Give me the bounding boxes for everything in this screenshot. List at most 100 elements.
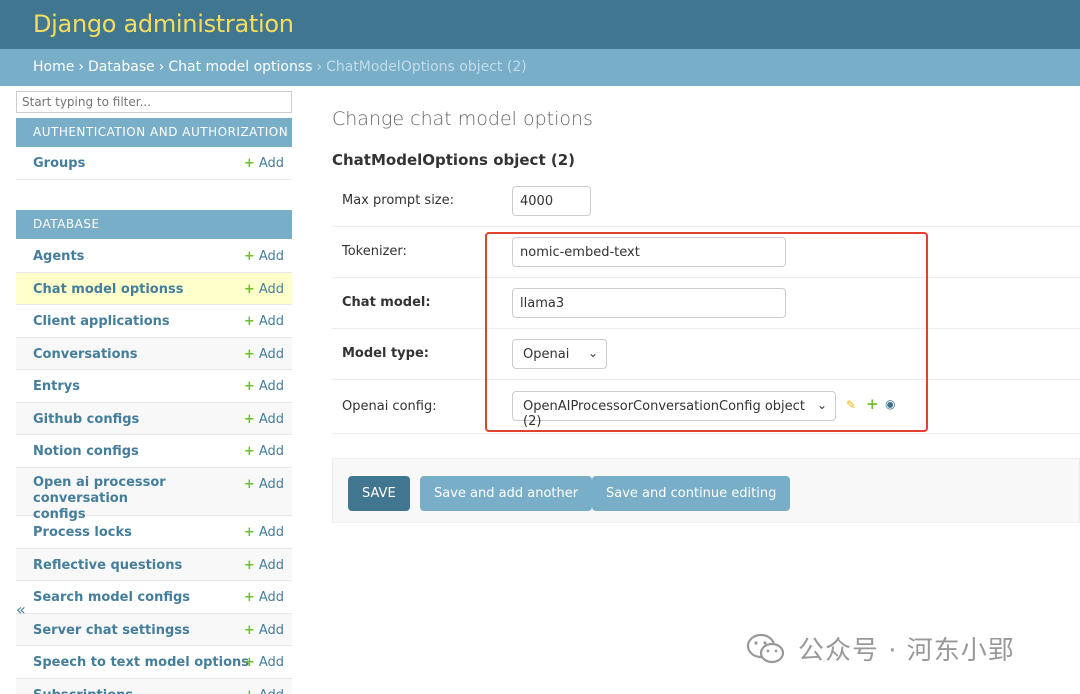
plus-icon: + xyxy=(243,347,255,362)
breadcrumb-model[interactable]: Chat model optionss xyxy=(168,59,312,75)
sidebar-item-groups: Groups + Add xyxy=(16,147,292,180)
sidebar-item-agents: Agents + Add xyxy=(16,240,292,273)
plus-icon: + xyxy=(243,444,255,459)
add-link[interactable]: +Add xyxy=(244,623,284,638)
site-title[interactable]: Django administration xyxy=(33,10,294,38)
sidebar-item-label[interactable]: Server chat settingss xyxy=(33,623,190,638)
add-link[interactable]: +Add xyxy=(244,590,284,605)
add-link[interactable]: +Add xyxy=(244,688,284,694)
plus-icon: + xyxy=(244,688,255,694)
add-link[interactable]: +Add xyxy=(244,525,284,540)
field-label: Tokenizer: xyxy=(342,244,407,259)
watermark-text: 公众号 · 河东小郢 xyxy=(798,636,1015,666)
sidebar-item-label[interactable]: Search model configs xyxy=(33,590,190,605)
breadcrumb-separator: › xyxy=(316,59,323,75)
chat-model-input[interactable] xyxy=(512,288,786,318)
sidebar-item-client-applications: Client applications + Add xyxy=(16,305,292,338)
eye-icon[interactable]: ◉ xyxy=(885,397,895,411)
save-and-add-another-button[interactable]: Save and add another xyxy=(420,476,593,511)
add-link[interactable]: +Add xyxy=(244,282,284,297)
plus-icon: + xyxy=(243,655,255,670)
submit-row: SAVE Save and add another Save and conti… xyxy=(332,458,1080,523)
plus-icon: + xyxy=(243,379,255,394)
breadcrumb-separator: › xyxy=(78,59,84,75)
breadcrumb-home[interactable]: Home xyxy=(33,59,74,75)
add-link[interactable]: +Add xyxy=(244,347,284,362)
sidebar-item-label[interactable]: Process locks xyxy=(33,525,132,540)
plus-icon[interactable]: + xyxy=(866,395,879,413)
model-type-select[interactable]: Openai ⌄ xyxy=(512,339,607,369)
add-link[interactable]: +Add xyxy=(244,477,284,492)
chevron-down-icon: ⌄ xyxy=(816,398,827,412)
max-prompt-size-input[interactable] xyxy=(512,186,591,216)
plus-icon: + xyxy=(243,525,255,540)
openai-config-select[interactable]: OpenAIProcessorConversationConfig object… xyxy=(512,391,836,429)
tokenizer-input[interactable] xyxy=(512,237,786,267)
plus-icon: + xyxy=(243,282,255,297)
chevron-down-icon: ⌄ xyxy=(587,346,598,360)
sidebar-item-server-chat-settingss: Server chat settingss + Add xyxy=(16,614,292,646)
sidebar-item-label[interactable]: Chat model optionss xyxy=(33,282,183,297)
plus-icon: + xyxy=(243,412,255,427)
plus-icon: + xyxy=(243,623,255,638)
main-content: Change chat model options ChatModelOptio… xyxy=(332,86,1080,694)
breadcrumb: Home › Database › Chat model optionss › ChatMo… xyxy=(0,49,1080,86)
sidebar-item-label[interactable]: Groups xyxy=(33,156,85,171)
sidebar-item-subscriptions: Subscriptions +Add xyxy=(16,679,292,694)
add-link[interactable]: +Add xyxy=(244,249,284,264)
nav-filter-input[interactable] xyxy=(16,91,292,113)
sidebar-item-label[interactable]: Subscriptions xyxy=(33,688,133,694)
add-link[interactable]: +Add xyxy=(244,444,284,459)
page-title: Change chat model options xyxy=(332,108,593,130)
object-title: ChatModelOptions object (2) xyxy=(332,151,575,169)
add-link[interactable]: +Add xyxy=(244,558,284,573)
breadcrumb-separator: › xyxy=(158,59,165,75)
form-row-tokenizer: Tokenizer: xyxy=(332,227,1080,278)
section-caption-database[interactable]: DATABASE xyxy=(16,210,292,239)
sidebar-item-label[interactable]: Conversations xyxy=(33,347,138,362)
select-value: OpenAIProcessorConversationConfig object… xyxy=(523,399,805,429)
sidebar-item-label[interactable]: Github configs xyxy=(33,412,139,427)
field-label: Openai config: xyxy=(342,399,437,414)
add-link[interactable]: +Add xyxy=(244,156,284,171)
add-link[interactable]: +Add xyxy=(244,379,284,394)
sidebar-item-label[interactable]: Notion configs xyxy=(33,444,139,459)
form-row-openai-config: Openai config: OpenAIProcessorConversati… xyxy=(332,380,1080,434)
plus-icon: + xyxy=(243,156,255,171)
pencil-icon[interactable]: ✎ xyxy=(846,398,856,412)
sidebar-item-search-model-configs: Search model configs + Add xyxy=(16,581,292,614)
sidebar-item-label[interactable]: Speech to text model options xyxy=(33,655,249,670)
field-label: Model type: xyxy=(342,346,429,361)
field-label: Chat model: xyxy=(342,295,431,310)
form-row-max-prompt-size: Max prompt size: xyxy=(332,176,1080,227)
form-row-model-type: Model type: Openai ⌄ xyxy=(332,329,1080,380)
plus-icon: + xyxy=(243,249,255,264)
sidebar-item-entrys: Entrys + Add xyxy=(16,370,292,403)
sidebar-item-github-configs: Github configs + Add xyxy=(16,403,292,435)
collapse-sidebar-icon[interactable]: « xyxy=(16,600,26,619)
form-row-chat-model: Chat model: xyxy=(332,278,1080,329)
sidebar-item-label[interactable]: Reflective questions xyxy=(33,558,182,573)
plus-icon: + xyxy=(243,477,255,492)
sidebar-item-label[interactable]: Client applications xyxy=(33,314,170,329)
plus-icon: + xyxy=(243,314,255,329)
add-link[interactable]: +Add xyxy=(244,314,284,329)
sidebar-item-chat-model-optionss: Chat model optionss + Add xyxy=(16,273,292,305)
sidebar-item-process-locks: Process locks + Add xyxy=(16,516,292,549)
save-and-continue-button[interactable]: Save and continue editing xyxy=(592,476,791,511)
sidebar-item-notion-configs: Notion configs + Add xyxy=(16,435,292,468)
sidebar-item-speech-to-text-model-options: Speech to text model options + Add xyxy=(16,646,292,679)
sidebar-item-conversations: Conversations + Add xyxy=(16,338,292,370)
section-caption-auth[interactable]: AUTHENTICATION AND AUTHORIZATION xyxy=(16,118,292,147)
add-link[interactable]: +Add xyxy=(244,655,284,670)
add-link[interactable]: +Add xyxy=(244,412,284,427)
sidebar-item-open-ai-processor-conversation-configs: Open ai processor conversation configs + A… xyxy=(16,468,292,522)
select-value: Openai xyxy=(523,347,570,362)
breadcrumb-current: ChatModelOptions object (2) xyxy=(326,59,527,75)
field-label: Max prompt size: xyxy=(342,193,455,208)
save-button[interactable]: SAVE xyxy=(348,476,410,511)
breadcrumb-database[interactable]: Database xyxy=(88,59,155,75)
sidebar-item-label[interactable]: Agents xyxy=(33,249,84,264)
sidebar-item-label[interactable]: Entrys xyxy=(33,379,80,394)
wechat-icon xyxy=(746,633,785,664)
